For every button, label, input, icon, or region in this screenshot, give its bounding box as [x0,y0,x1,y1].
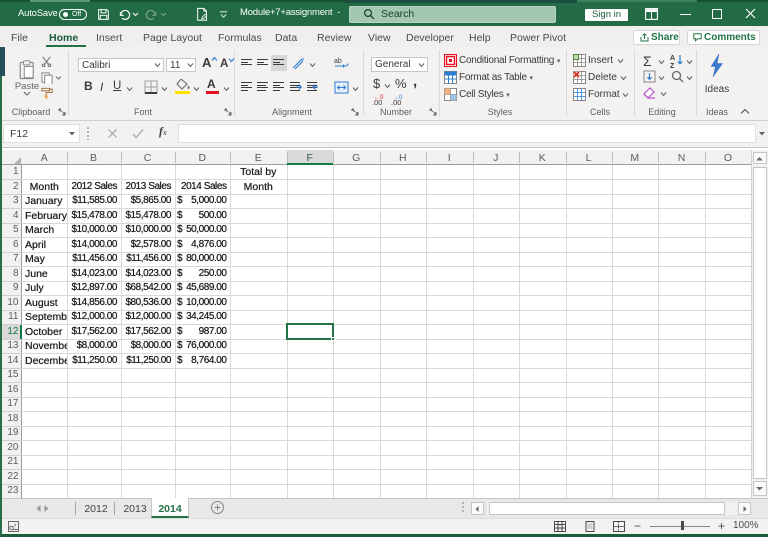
svg-text:Z: Z [670,63,675,68]
svg-text:←0: ←0 [374,95,384,101]
svg-text:ab: ab [334,58,342,65]
svg-text:→0: →0 [393,95,403,101]
svg-text:A: A [670,55,675,62]
